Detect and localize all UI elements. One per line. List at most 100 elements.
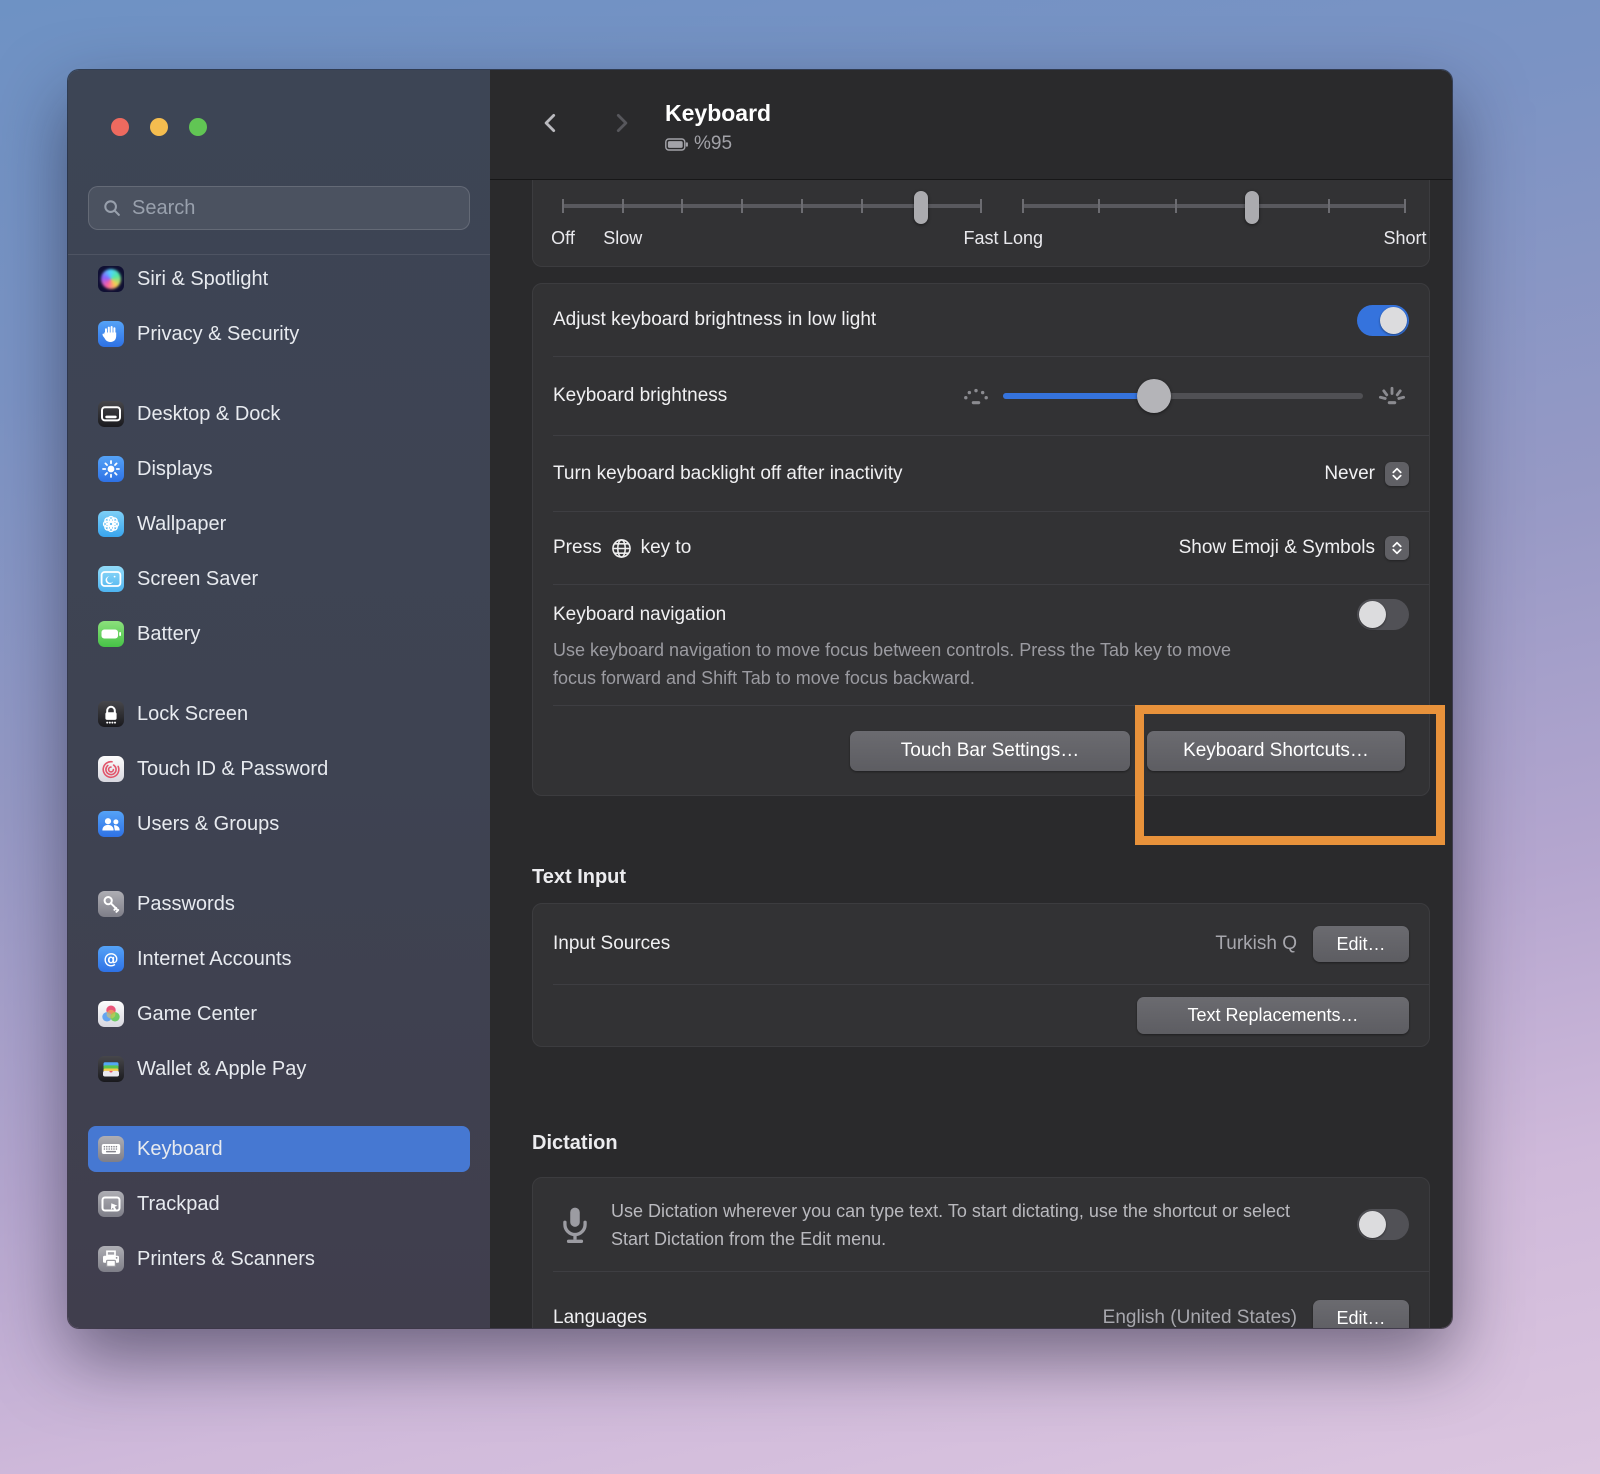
slider-label: Slow [603,228,643,248]
sidebar-item-screen-saver[interactable]: Screen Saver [88,556,470,602]
dictation-description: Use Dictation wherever you can type text… [611,1200,1290,1249]
key-repeat-slider[interactable]: Off Slow Fast [551,190,999,260]
languages-edit-button[interactable]: Edit… [1313,1300,1409,1328]
keyboard-icon [98,1136,124,1162]
trackpad-icon [98,1191,124,1217]
sidebar-item-users-groups[interactable]: Users & Groups [88,801,470,847]
slider-handle[interactable] [914,191,929,224]
dictation-card: Use Dictation wherever you can type text… [532,1177,1430,1328]
forward-button[interactable] [608,110,634,136]
sidebar: Search Siri & Spotlight Privacy & Securit… [68,70,490,1328]
users-icon [98,811,124,837]
sidebar-item-label: Wallet & Apple Pay [137,1057,307,1080]
dictation-toggle[interactable] [1357,1209,1409,1240]
microphone-icon [563,1207,587,1243]
press-key-value: Show Emoji & Symbols [1178,537,1375,558]
brightness-slider-handle[interactable] [1137,379,1172,413]
slider-tick [1404,199,1406,213]
battery-status-icon [665,137,688,151]
press-key-stepper[interactable] [1385,536,1409,560]
battery-icon [98,621,124,647]
slider-tick [860,199,863,213]
sidebar-item-label: Users & Groups [137,812,280,835]
close-button[interactable] [111,118,129,136]
flower-icon [98,511,124,537]
delay-until-repeat-slider[interactable]: Long Short [1003,190,1427,260]
slider-handle[interactable] [1245,191,1260,224]
sidebar-item-displays[interactable]: Displays [88,446,470,492]
sidebar-item-wallet-apple-pay[interactable]: Wallet & Apple Pay [88,1046,470,1092]
slider-label: Long [1002,228,1044,248]
text-replacements-button[interactable]: Text Replacements… [1137,997,1409,1034]
slider-tick [562,199,564,213]
sidebar-item-wallpaper[interactable]: Wallpaper [88,501,470,547]
search-icon [104,200,120,216]
sidebar-item-touch-id-password[interactable]: Touch ID & Password [88,746,470,792]
sidebar-item-trackpad[interactable]: Trackpad [88,1181,470,1227]
battery-percent: %95 [694,133,733,154]
keyboard-brightness-slider[interactable] [1003,379,1363,413]
sidebar-group-4: Keyboard Trackpad Printers & Scanners [88,1126,470,1282]
input-sources-value: Turkish Q [1215,933,1297,954]
slider-tick [621,199,624,213]
keyboard-navigation-label: Keyboard navigation [553,603,727,625]
sidebar-item-battery[interactable]: Battery [88,611,470,657]
zoom-button[interactable] [189,118,207,136]
slider-tick [1022,199,1024,213]
sidebar-item-label: Passwords [137,892,235,915]
sidebar-item-label: Touch ID & Password [137,757,329,780]
sidebar-item-label: Keyboard [137,1137,223,1160]
keyboard-shortcuts-button[interactable]: Keyboard Shortcuts… [1147,730,1405,771]
sidebar-item-label: Internet Accounts [137,947,292,970]
slider-tick [1098,199,1101,213]
desktop-dock-icon [98,401,124,427]
touch-bar-settings-button[interactable]: Touch Bar Settings… [850,730,1130,771]
content-pane: Keyboard %95 Off Slow Fast Long Short Adjus… [490,70,1452,1328]
back-button[interactable] [538,110,564,136]
sidebar-item-passwords[interactable]: Passwords [88,881,470,927]
gamecenter-icon [98,1001,124,1027]
minimize-button[interactable] [150,118,168,136]
sidebar-group-2: Lock Screen Touch ID & Password Users & Gr… [88,691,470,847]
keyboard-navigation-toggle[interactable] [1357,599,1409,630]
slider-label: Short [1383,228,1427,248]
slider-tick [741,199,744,213]
sun-icon [98,456,124,482]
sidebar-item-printers-scanners[interactable]: Printers & Scanners [88,1236,470,1282]
sidebar-item-label: Desktop & Dock [137,402,281,425]
languages-label: Languages [553,1307,648,1328]
sidebar-item-game-center[interactable]: Game Center [88,991,470,1037]
sidebar-item-label: Lock Screen [137,702,249,725]
adjust-brightness-toggle[interactable] [1357,304,1409,336]
hand-icon [98,321,124,347]
keyboard-navigation-description: Use keyboard navigation to move focus be… [553,640,1232,688]
slider-label: Off [551,228,575,248]
brightness-bright-icon [1378,386,1406,405]
backlight-off-value: Never [1324,462,1375,484]
search-input[interactable]: Search [88,186,470,230]
sidebar-nav: Siri & Spotlight Privacy & Security Deskto… [68,254,490,1328]
backlight-off-stepper[interactable] [1385,461,1409,486]
sidebar-item-internet-accounts[interactable]: @ Internet Accounts [88,936,470,982]
sidebar-item-lock-screen[interactable]: Lock Screen [88,691,470,737]
keyboard-settings-card: Adjust keyboard brightness in low light … [532,283,1430,796]
sidebar-item-label: Wallpaper [137,512,227,535]
sidebar-item-label: Printers & Scanners [137,1247,315,1270]
key-icon [98,891,124,917]
sidebar-item-desktop-dock[interactable]: Desktop & Dock [88,391,470,437]
input-sources-label: Input Sources [553,933,671,954]
text-input-card: Input Sources Turkish Q Edit… Text Repla… [532,903,1430,1047]
lock-icon [98,701,124,727]
sidebar-item-label: Siri & Spotlight [137,267,269,290]
printer-icon [98,1246,124,1272]
input-sources-edit-button[interactable]: Edit… [1313,926,1409,962]
sidebar-item-keyboard[interactable]: Keyboard [88,1126,470,1172]
sidebar-item-siri-spotlight[interactable]: Siri & Spotlight [88,256,470,302]
siri-icon [98,266,124,292]
sidebar-group-3: Passwords @ Internet Accounts Game Center Wa… [88,881,470,1092]
adjust-brightness-label: Adjust keyboard brightness in low light [553,309,877,330]
sidebar-item-privacy-security[interactable]: Privacy & Security [88,311,470,357]
window-controls [111,118,207,136]
press-key-prefix: Press [553,537,602,558]
backlight-off-label: Turn keyboard backlight off after inacti… [553,462,903,484]
